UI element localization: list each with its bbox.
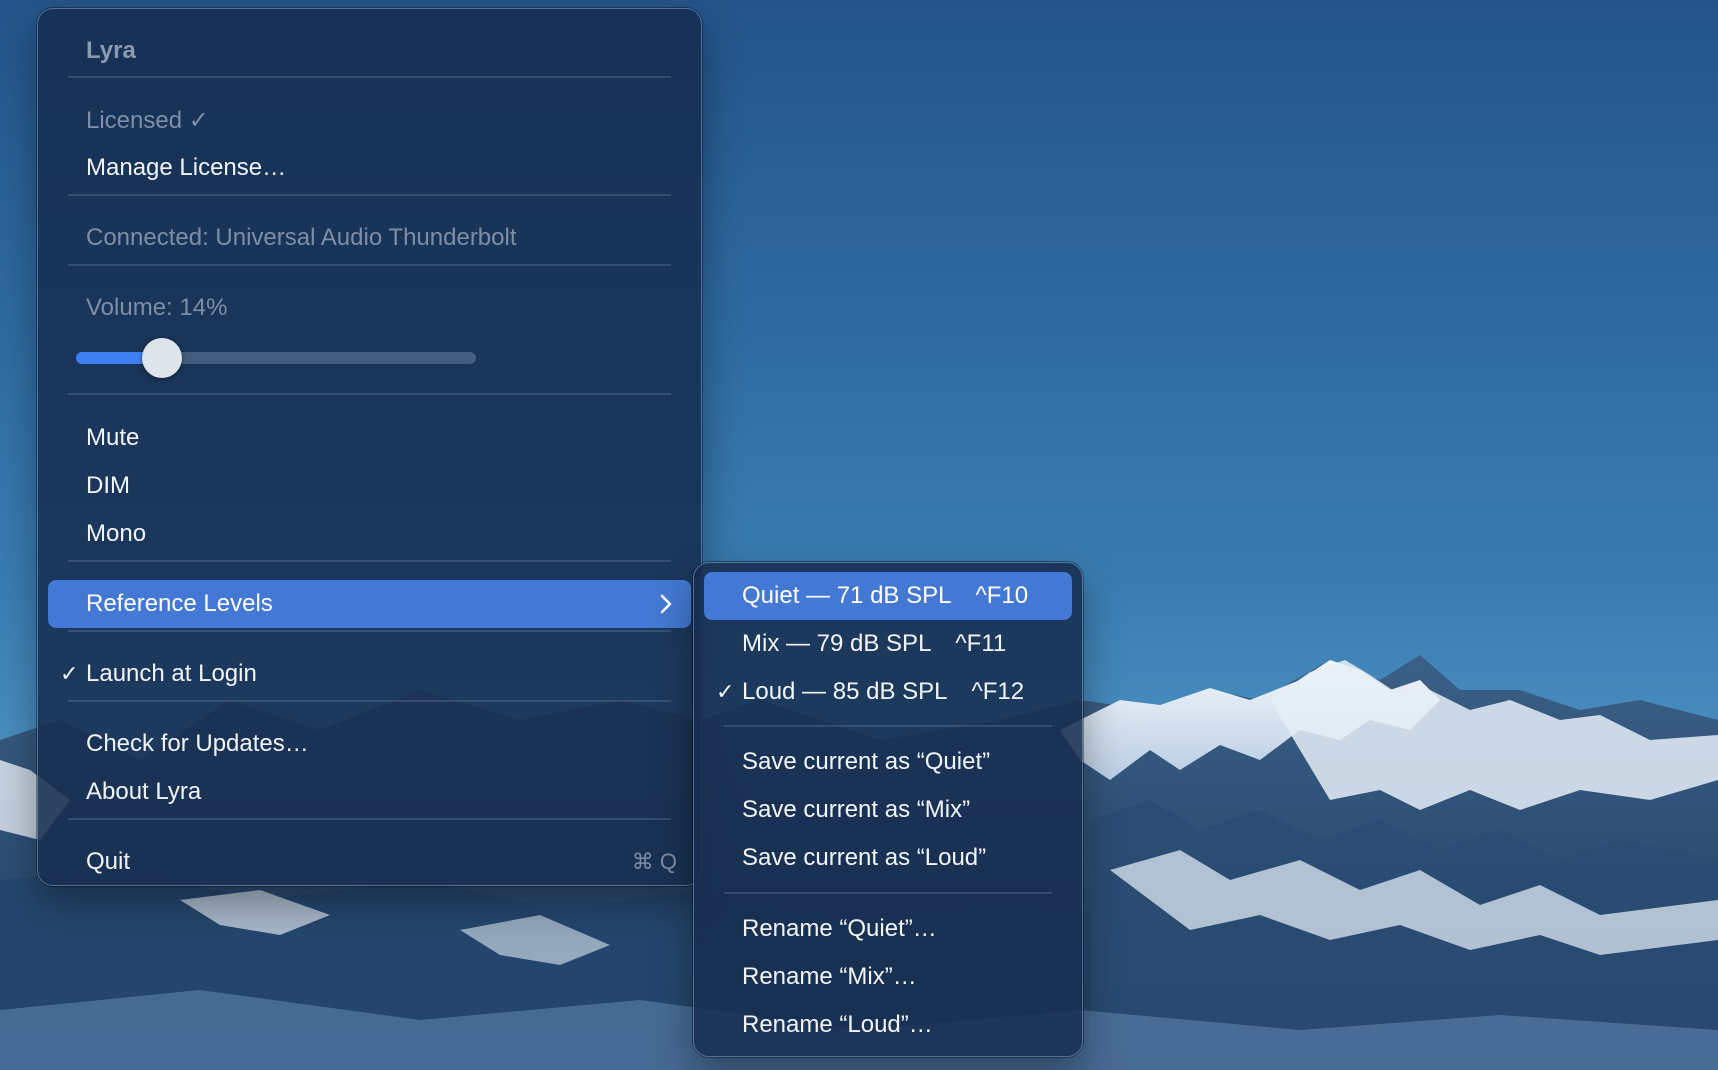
level-loud-shortcut: ^F12 <box>971 678 1025 705</box>
dim-item[interactable]: DIM <box>48 462 691 510</box>
rename-loud-item[interactable]: Rename “Loud”… <box>704 1001 1072 1049</box>
mute-label: Mute <box>86 424 140 451</box>
save-mix-item[interactable]: Save current as “Mix” <box>704 786 1072 834</box>
level-loud-item[interactable]: ✓ Loud — 85 dB SPL ^F12 <box>704 668 1072 716</box>
level-quiet-shortcut: ^F10 <box>975 582 1029 609</box>
rename-mix-label: Rename “Mix”… <box>742 963 917 990</box>
desktop-wallpaper: Lyra Licensed ✓ Manage License… Connecte… <box>0 0 1718 1070</box>
dim-label: DIM <box>86 472 130 499</box>
rename-loud-label: Rename “Loud”… <box>742 1011 933 1038</box>
check-for-updates-item[interactable]: Check for Updates… <box>48 720 691 768</box>
mute-item[interactable]: Mute <box>48 414 691 462</box>
license-status-item: Licensed ✓ <box>48 96 691 144</box>
about-label: About Lyra <box>86 778 202 805</box>
volume-slider[interactable] <box>76 338 476 378</box>
level-mix-shortcut: ^F11 <box>955 630 1007 657</box>
checkmark-icon: ✓ <box>60 661 79 686</box>
menu-separator <box>68 700 671 702</box>
about-item[interactable]: About Lyra <box>48 768 691 816</box>
manage-license-item[interactable]: Manage License… <box>48 144 691 192</box>
volume-slider-knob[interactable] <box>142 338 182 378</box>
menu-separator <box>68 264 671 266</box>
reference-levels-label: Reference Levels <box>86 590 273 617</box>
menu-separator <box>68 393 671 395</box>
save-loud-label: Save current as “Loud” <box>742 844 987 871</box>
quit-item[interactable]: Quit ⌘ Q <box>48 838 691 886</box>
menu-separator <box>68 194 671 196</box>
menu-separator <box>68 818 671 820</box>
volume-label-item: Volume: 14% <box>48 284 691 332</box>
manage-license-label: Manage License… <box>86 154 287 181</box>
save-loud-item[interactable]: Save current as “Loud” <box>704 834 1072 882</box>
mono-item[interactable]: Mono <box>48 510 691 558</box>
menu-header: Lyra <box>48 27 691 75</box>
rename-mix-item[interactable]: Rename “Mix”… <box>704 953 1072 1001</box>
save-quiet-item[interactable]: Save current as “Quiet” <box>704 738 1072 786</box>
connection-status-item: Connected: Universal Audio Thunderbolt <box>48 214 691 262</box>
reference-levels-submenu: Quiet — 71 dB SPL ^F10 Mix — 79 dB SPL ^… <box>693 562 1083 1057</box>
app-menu: Lyra Licensed ✓ Manage License… Connecte… <box>37 8 702 886</box>
launch-at-login-item[interactable]: ✓ Launch at Login <box>48 650 691 698</box>
launch-at-login-label: Launch at Login <box>86 660 257 687</box>
chevron-right-icon <box>659 580 673 628</box>
save-quiet-label: Save current as “Quiet” <box>742 748 991 775</box>
rename-quiet-item[interactable]: Rename “Quiet”… <box>704 905 1072 953</box>
menu-separator <box>724 725 1052 727</box>
volume-label: Volume: 14% <box>86 294 228 321</box>
level-mix-label: Mix — 79 dB SPL <box>742 630 932 657</box>
save-mix-label: Save current as “Mix” <box>742 796 971 823</box>
connection-status-label: Connected: Universal Audio Thunderbolt <box>86 224 517 251</box>
level-quiet-item[interactable]: Quiet — 71 dB SPL ^F10 <box>704 572 1072 620</box>
license-status-label: Licensed ✓ <box>86 106 209 134</box>
level-mix-item[interactable]: Mix — 79 dB SPL ^F11 <box>704 620 1072 668</box>
reference-levels-item[interactable]: Reference Levels <box>48 580 691 628</box>
menu-separator <box>68 630 671 632</box>
menu-separator <box>68 76 671 78</box>
level-quiet-label: Quiet — 71 dB SPL <box>742 582 952 609</box>
rename-quiet-label: Rename “Quiet”… <box>742 915 937 942</box>
quit-label: Quit <box>86 848 131 875</box>
level-loud-label: Loud — 85 dB SPL <box>742 678 948 705</box>
app-name-label: Lyra <box>86 37 136 64</box>
quit-shortcut: ⌘ Q <box>631 849 677 874</box>
menu-separator <box>68 560 671 562</box>
check-for-updates-label: Check for Updates… <box>86 730 309 757</box>
menu-separator <box>724 892 1052 894</box>
mono-label: Mono <box>86 520 147 547</box>
checkmark-icon: ✓ <box>716 679 735 704</box>
